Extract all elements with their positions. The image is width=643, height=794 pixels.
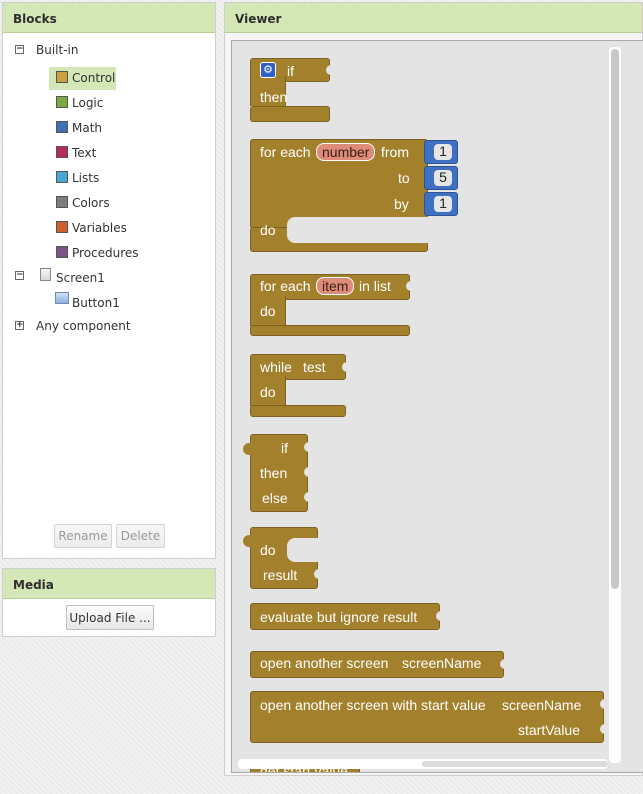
open-screen-label: open another screen	[260, 655, 389, 671]
tree-builtin[interactable]: Built-in	[36, 40, 78, 60]
logic-category-icon	[56, 96, 68, 108]
colors-category-icon	[56, 196, 68, 208]
category-text[interactable]: Text	[72, 143, 96, 163]
viewer-panel: Viewer ⚙ if then for each number from to…	[224, 2, 643, 776]
do-label-3: do	[260, 384, 276, 400]
number-variable-field[interactable]: number	[316, 143, 376, 161]
variables-category-icon	[56, 221, 68, 233]
startvalue-label: startValue	[518, 722, 580, 738]
blocks-panel: Blocks − Built-in Control Logic Math Text Li…	[2, 2, 216, 559]
category-colors[interactable]: Colors	[72, 193, 110, 213]
for-each-label: for each	[260, 144, 311, 160]
expand-any-component-icon[interactable]: +	[15, 321, 24, 330]
collapse-screen1-icon[interactable]: −	[15, 271, 24, 280]
for-each-label-2: for each	[260, 278, 311, 294]
result-label: result	[263, 567, 298, 583]
item-variable-field[interactable]: item	[316, 277, 355, 295]
upload-file-button[interactable]: Upload File ...	[66, 605, 154, 630]
horizontal-scrollbar-thumb[interactable]	[422, 761, 608, 767]
category-lists[interactable]: Lists	[72, 168, 99, 188]
while-label: while	[260, 359, 292, 375]
to-value[interactable]: 5	[434, 170, 452, 186]
mutator-gear-icon[interactable]: ⚙	[260, 62, 276, 78]
to-label: to	[398, 170, 410, 186]
lists-category-icon	[56, 171, 68, 183]
do-label-4: do	[260, 542, 276, 558]
in-list-label: in list	[359, 278, 391, 294]
category-math[interactable]: Math	[72, 118, 102, 138]
viewer-panel-title: Viewer	[225, 3, 642, 33]
then-label: then	[260, 89, 288, 105]
blocks-panel-title: Blocks	[3, 3, 215, 33]
if-label: if	[287, 63, 294, 79]
by-value[interactable]: 1	[434, 196, 452, 212]
screen-icon	[40, 268, 51, 281]
test-label: test	[303, 359, 326, 375]
text-category-icon	[56, 146, 68, 158]
from-value[interactable]: 1	[434, 144, 452, 160]
from-label: from	[381, 144, 409, 160]
open-screen-value-label: open another screen with start value	[260, 697, 486, 713]
category-control[interactable]: Control	[72, 68, 115, 88]
tree-screen1[interactable]: Screen1	[56, 268, 105, 288]
do-label-2: do	[260, 303, 276, 319]
screenname-label: screenName	[402, 655, 482, 671]
else-label: else	[262, 490, 288, 506]
media-panel-title: Media	[3, 569, 215, 599]
vertical-scrollbar-thumb[interactable]	[611, 49, 619, 589]
evaluate-label: evaluate but ignore result	[260, 609, 418, 625]
do-label: do	[260, 222, 276, 238]
screenname-label-2: screenName	[502, 697, 582, 713]
category-logic[interactable]: Logic	[72, 93, 103, 113]
by-label: by	[394, 196, 409, 212]
category-procedures[interactable]: Procedures	[72, 243, 139, 263]
collapse-builtin-icon[interactable]: −	[15, 45, 24, 54]
rename-button[interactable]: Rename	[54, 524, 112, 548]
delete-button[interactable]: Delete	[116, 524, 165, 548]
media-panel: Media Upload File ...	[2, 568, 216, 637]
tree-any-component[interactable]: Any component	[36, 316, 131, 336]
if-label-2: if	[281, 440, 288, 456]
procedures-category-icon	[56, 246, 68, 258]
then-label-2: then	[260, 465, 288, 481]
control-category-icon	[56, 71, 68, 83]
button-component-icon	[55, 292, 69, 304]
category-variables[interactable]: Variables	[72, 218, 127, 238]
math-category-icon	[56, 121, 68, 133]
blocks-workspace[interactable]: ⚙ if then for each number from to by do …	[231, 40, 643, 773]
tree-button1[interactable]: Button1	[72, 293, 120, 313]
